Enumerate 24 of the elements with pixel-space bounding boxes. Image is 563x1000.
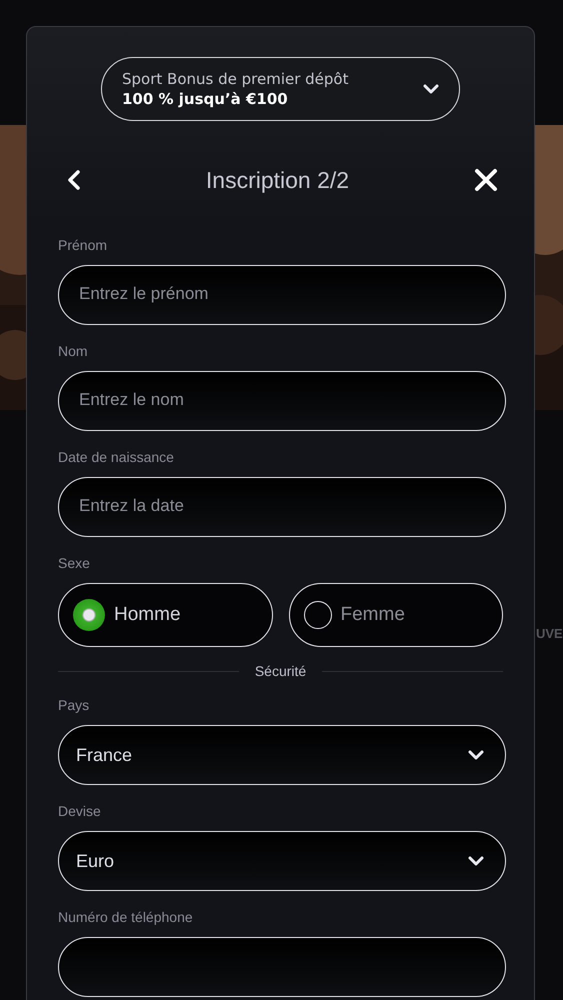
input-field[interactable]: Entrez la date xyxy=(58,477,506,537)
bonus-dropdown[interactable]: Sport Bonus de premier dépôt 100 % jusqu’à €100 xyxy=(101,57,460,121)
field-label: Sexe xyxy=(58,555,91,571)
field-label: Nom xyxy=(58,343,89,359)
field-label: Devise xyxy=(58,803,102,819)
chevron-icon xyxy=(468,856,484,866)
field-label: Pays xyxy=(58,697,90,713)
radio-option[interactable]: Femme xyxy=(288,583,503,647)
select-field[interactable]: Euro xyxy=(58,831,506,891)
chevron-icon xyxy=(468,750,484,760)
select-field[interactable]: France xyxy=(58,725,506,785)
section-heading: Sécurité xyxy=(254,663,306,679)
radio-option[interactable]: Homme xyxy=(58,583,272,647)
bonus-offer: 100 % jusqu’à €100 xyxy=(122,90,289,108)
tab-label: UVE xyxy=(536,626,563,641)
field-label: Numéro de téléphone xyxy=(58,909,194,925)
field-label: Prénom xyxy=(58,237,108,253)
input-field[interactable]: Entrez le nom xyxy=(58,371,506,431)
close-icon[interactable] xyxy=(474,168,498,192)
form-title: Inscription 2/2 xyxy=(206,166,350,194)
field-label: Date de naissance xyxy=(58,449,175,465)
bonus-title: Sport Bonus de premier dépôt xyxy=(122,70,348,88)
back-icon[interactable] xyxy=(67,169,81,191)
input-field[interactable]: Entrez le prénom xyxy=(58,265,506,325)
